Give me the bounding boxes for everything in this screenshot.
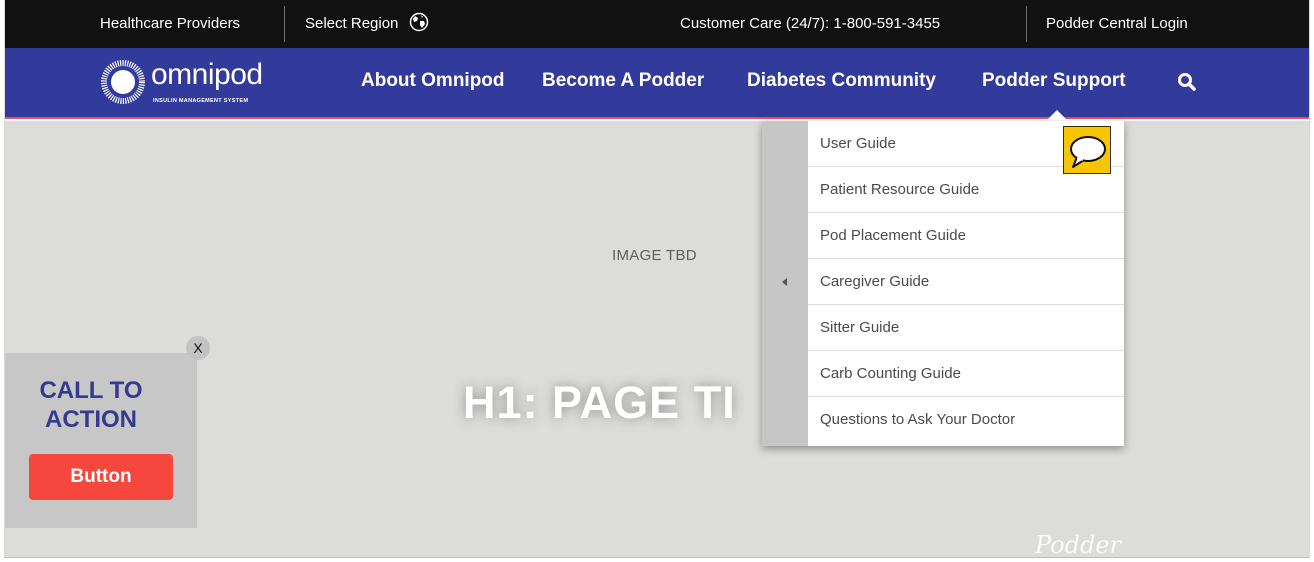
cta-title: CALL TO ACTION [5,376,177,434]
nav-podder-support[interactable]: Podder Support [982,70,1126,92]
image-placeholder-label: IMAGE TBD [612,247,697,264]
chevron-left-icon [782,278,787,286]
dropdown-item-sitter-guide[interactable]: Sitter Guide [808,305,1124,351]
cta-title-line-1: CALL TO [39,377,143,404]
healthcare-providers-link[interactable]: Healthcare Providers [100,0,240,48]
cta-close-button[interactable]: X [186,336,210,360]
page-title: H1: PAGE TI [463,377,736,428]
select-region-label: Select Region [305,15,399,32]
dropdown-collapse-handle[interactable] [762,121,808,446]
nav-become-a-podder[interactable]: Become A Podder [542,70,704,92]
utility-bar: Healthcare Providers Select Region Custo… [5,0,1309,48]
call-to-action-panel: CALL TO ACTION Button [5,353,197,528]
dropdown-item-pod-placement-guide[interactable]: Pod Placement Guide [808,213,1124,259]
nav-about-omnipod[interactable]: About Omnipod [361,70,505,92]
divider [284,6,285,42]
divider [1026,6,1027,42]
select-region-button[interactable]: Select Region [305,0,429,48]
chat-bubble-icon[interactable] [1063,126,1111,174]
logo-tagline: INSULIN MANAGEMENT SYSTEM [153,98,249,104]
omnipod-logo-icon [101,60,145,104]
cta-button[interactable]: Button [29,454,173,500]
dropdown-item-carb-counting-guide[interactable]: Carb Counting Guide [808,351,1124,397]
chat-bubble-icon-graphic [1070,136,1106,168]
dropdown-item-questions-to-ask-your-doctor[interactable]: Questions to Ask Your Doctor [808,397,1124,443]
dropdown-item-caregiver-guide[interactable]: Caregiver Guide [808,259,1124,305]
podder-central-login-link[interactable]: Podder Central Login [1046,0,1188,48]
podder-script-logo: Podder [1035,531,1122,558]
main-nav: omnipod INSULIN MANAGEMENT SYSTEM About … [5,48,1309,119]
logo-wordmark: omnipod [151,58,263,91]
search-icon[interactable] [1175,70,1199,94]
page-frame: Healthcare Providers Select Region Custo… [4,0,1310,558]
nav-diabetes-community[interactable]: Diabetes Community [747,70,936,92]
dropdown-caret [1047,110,1067,120]
customer-care-phone[interactable]: Customer Care (24/7): 1-800-591-3455 [680,0,940,48]
omnipod-logo[interactable]: omnipod INSULIN MANAGEMENT SYSTEM [101,56,271,112]
globe-icon [409,12,428,32]
cta-title-line-2: ACTION [45,406,137,433]
